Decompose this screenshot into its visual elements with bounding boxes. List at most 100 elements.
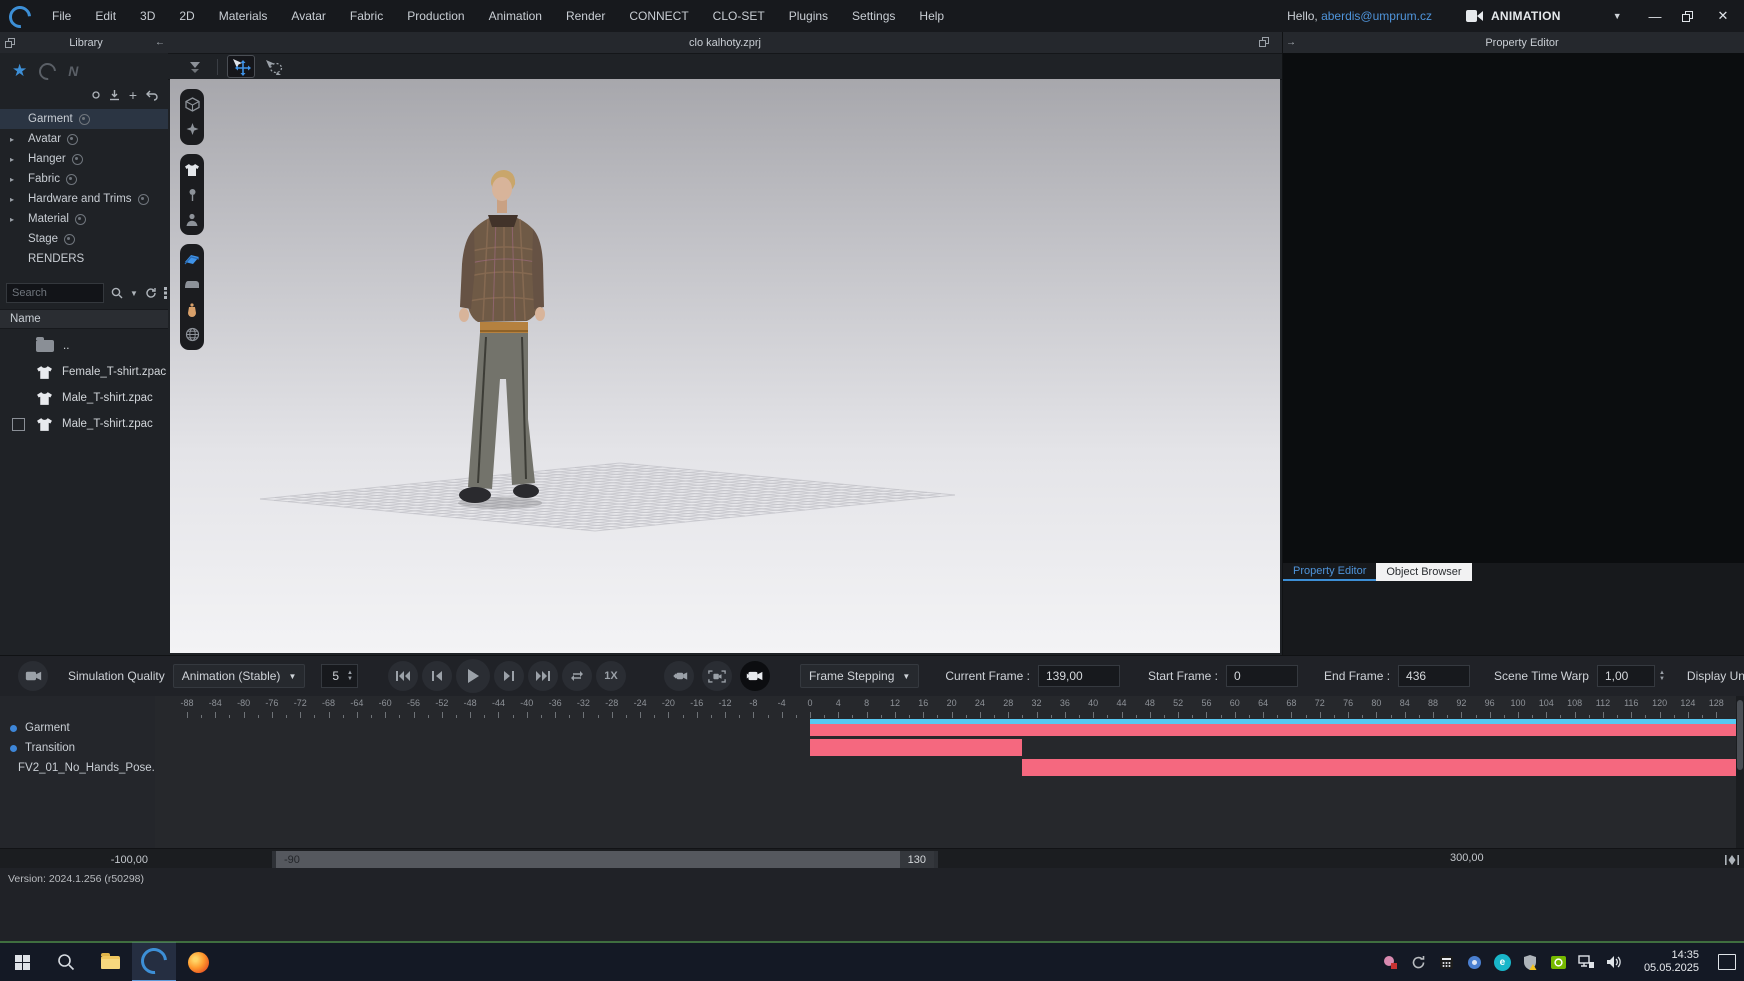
taskbar-clock[interactable]: 14:35 05.05.2025 — [1644, 949, 1699, 975]
timeline-vertical-scrollbar[interactable] — [1736, 696, 1744, 848]
menu-production[interactable]: Production — [395, 0, 476, 32]
library-section-hardware-and-trims[interactable]: ▸ Hardware and Trims — [0, 189, 168, 209]
menu-render[interactable]: Render — [554, 0, 617, 32]
n-library-icon[interactable]: N — [68, 63, 78, 79]
taskbar-search-button[interactable] — [44, 943, 88, 981]
timeline-horizontal-scrollbar[interactable]: -90 130 300,00 — [155, 849, 1720, 870]
jump-to-start-button[interactable] — [388, 661, 418, 691]
menu-animation[interactable]: Animation — [477, 0, 554, 32]
play-button[interactable] — [456, 659, 490, 693]
refresh-icon[interactable] — [145, 287, 157, 299]
canvas-3d[interactable] — [170, 79, 1280, 653]
menu-3d[interactable]: 3D — [128, 0, 167, 32]
previous-frame-button[interactable] — [422, 661, 452, 691]
panel-expand-icon[interactable]: → — [1283, 37, 1299, 48]
minimize-button[interactable]: — — [1648, 9, 1662, 24]
timeline-ruler[interactable]: -88 -84 -80 -76 -72 -68 -64 -60 -56 -52 -48 -44 -40-… — [155, 696, 1736, 718]
library-section-avatar[interactable]: ▸ Avatar — [0, 129, 168, 149]
close-button[interactable]: ✕ — [1716, 8, 1730, 24]
download-icon[interactable] — [109, 89, 120, 101]
firefox-button[interactable] — [176, 943, 220, 981]
select-move-tool[interactable] — [227, 55, 255, 78]
menu-materials[interactable]: Materials — [207, 0, 280, 32]
file-explorer-button[interactable] — [88, 943, 132, 981]
tray-network-icon[interactable] — [1578, 954, 1595, 971]
favorites-star-icon[interactable]: ★ — [12, 61, 27, 81]
start-frame-input[interactable] — [1226, 665, 1299, 687]
sync-icon[interactable] — [92, 91, 100, 99]
track-area[interactable]: -88 -84 -80 -76 -72 -68 -64 -60 -56 -52 -48 -44 -40-… — [155, 696, 1736, 848]
tab-object-browser[interactable]: Object Browser — [1376, 563, 1472, 581]
pin-icon[interactable] — [180, 183, 204, 206]
mannequin-icon[interactable] — [180, 298, 204, 321]
fabric-icon[interactable] — [180, 248, 204, 271]
quality-steps-spinner[interactable]: 5 ▲ ▼ — [321, 664, 358, 688]
menu-connect[interactable]: CONNECT — [617, 0, 700, 32]
tray-calculator-icon[interactable] — [1438, 954, 1455, 971]
person-icon[interactable] — [180, 208, 204, 231]
tray-app-pink-icon[interactable] — [1382, 954, 1399, 971]
library-section-hanger[interactable]: ▸ Hanger — [0, 149, 168, 169]
iron-icon[interactable] — [180, 273, 204, 296]
simulation-quality-dropdown[interactable]: Animation (Stable) ▼ — [172, 664, 306, 688]
playback-speed-button[interactable]: 1X — [596, 661, 626, 691]
search-input[interactable] — [6, 283, 104, 303]
menu-plugins[interactable]: Plugins — [777, 0, 840, 32]
tray-nvidia-icon[interactable] — [1550, 954, 1567, 971]
clo-app-button[interactable] — [132, 942, 176, 981]
chevron-down-icon[interactable]: ▼ — [1613, 11, 1622, 21]
tray-gear-icon[interactable] — [1466, 954, 1483, 971]
turntable-record-icon[interactable] — [664, 661, 694, 691]
end-frame-input[interactable] — [1398, 665, 1471, 687]
account-email-link[interactable]: aberdis@umprum.cz — [1321, 9, 1432, 23]
menu-2d[interactable]: 2D — [167, 0, 206, 32]
cube-icon[interactable] — [180, 93, 204, 116]
file-checkbox[interactable] — [12, 417, 25, 431]
menu-file[interactable]: File — [40, 0, 83, 32]
viewport-popout-icon[interactable] — [1259, 37, 1269, 47]
animation-bar-garment[interactable] — [810, 719, 1736, 736]
lasso-select-tool[interactable] — [261, 56, 287, 77]
library-section-stage[interactable]: Stage — [0, 229, 168, 249]
menu-settings[interactable]: Settings — [840, 0, 907, 32]
library-section-fabric[interactable]: ▸ Fabric — [0, 169, 168, 189]
tray-sync-icon[interactable] — [1410, 954, 1427, 971]
expand-arrow-icon[interactable]: ▸ — [10, 175, 22, 184]
tray-volume-icon[interactable] — [1606, 954, 1623, 971]
track-label-fv2-01-no-hands-pose-mtn[interactable]: FV2_01_No_Hands_Pose.mtn — [0, 758, 174, 778]
start-button[interactable] — [0, 943, 44, 981]
clo-library-icon[interactable] — [35, 59, 60, 83]
library-popout-icon[interactable] — [5, 37, 15, 48]
tshirt-icon[interactable] — [180, 158, 204, 181]
add-icon[interactable]: + — [129, 87, 137, 103]
sparkle-icon[interactable] — [180, 118, 204, 141]
loop-playback-button[interactable] — [562, 661, 592, 691]
frame-stepping-dropdown[interactable]: Frame Stepping ▼ — [800, 664, 920, 688]
scene-time-warp-input[interactable] — [1596, 665, 1655, 687]
jump-to-end-button[interactable] — [528, 661, 558, 691]
expand-arrow-icon[interactable]: ▸ — [10, 155, 22, 164]
menu-avatar[interactable]: Avatar — [279, 0, 337, 32]
next-frame-button[interactable] — [494, 661, 524, 691]
undo-icon[interactable] — [146, 90, 158, 101]
restore-button[interactable] — [1682, 10, 1696, 22]
action-center-icon[interactable] — [1718, 954, 1736, 970]
expand-arrow-icon[interactable]: ▸ — [10, 135, 22, 144]
expand-arrow-icon[interactable]: ▸ — [10, 215, 22, 224]
fit-timeline-button[interactable] — [1720, 849, 1744, 870]
library-section-renders[interactable]: RENDERS — [0, 249, 168, 269]
menu-fabric[interactable]: Fabric — [338, 0, 395, 32]
track-label-garment[interactable]: Garment — [0, 718, 155, 738]
scene-time-warp-spinner[interactable]: ▲ ▼ — [1659, 670, 1665, 682]
gravity-drop-tool[interactable] — [182, 56, 208, 77]
record-video-button[interactable] — [18, 661, 48, 691]
library-collapse-icon[interactable]: ← — [152, 37, 168, 48]
tray-eset-icon[interactable]: e — [1493, 953, 1511, 971]
mode-switcher[interactable]: ANIMATION ▼ — [1465, 9, 1622, 23]
current-frame-input[interactable] — [1038, 665, 1120, 687]
library-section-material[interactable]: ▸ Material — [0, 209, 168, 229]
menu-edit[interactable]: Edit — [83, 0, 128, 32]
library-section-garment[interactable]: Garment — [0, 109, 168, 129]
active-camera-record-icon[interactable] — [740, 661, 770, 691]
tab-property-editor[interactable]: Property Editor — [1283, 563, 1377, 581]
